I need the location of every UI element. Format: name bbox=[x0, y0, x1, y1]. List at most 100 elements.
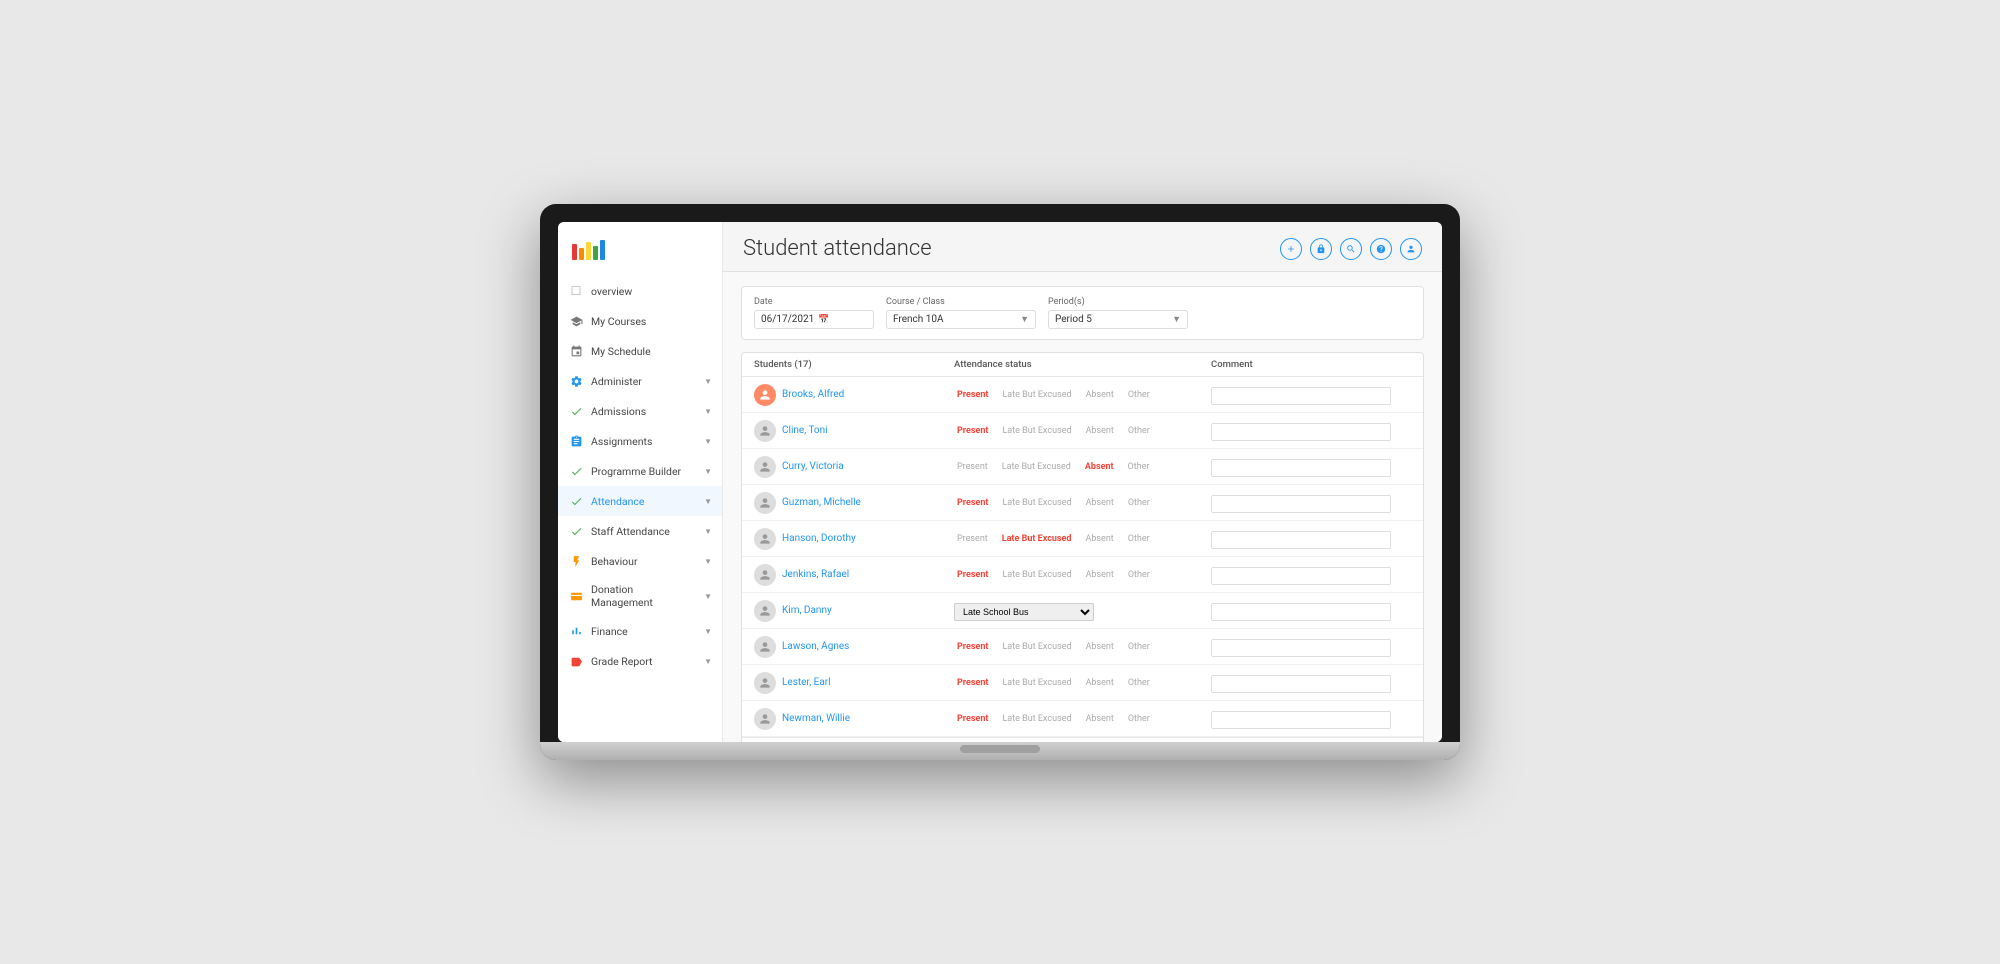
student-info: Hanson, Dorothy bbox=[754, 528, 954, 550]
sidebar-item-behaviour[interactable]: Behaviour ▼ bbox=[558, 546, 722, 576]
sidebar-item-my-courses[interactable]: My Courses bbox=[558, 306, 722, 336]
sidebar-item-attendance[interactable]: Attendance ▼ bbox=[558, 486, 722, 516]
student-info: Cline, Toni bbox=[754, 420, 954, 442]
att-absent[interactable]: Absent bbox=[1083, 425, 1117, 437]
att-absent[interactable]: Absent bbox=[1083, 389, 1117, 401]
sidebar-item-finance[interactable]: Finance ▼ bbox=[558, 616, 722, 646]
comment-input[interactable] bbox=[1211, 639, 1391, 657]
assignments-icon bbox=[568, 433, 584, 449]
att-other[interactable]: Other bbox=[1125, 497, 1153, 509]
student-info: Lester, Earl bbox=[754, 672, 954, 694]
att-present[interactable]: Present bbox=[954, 461, 991, 473]
sidebar-nav: ☐ overview My Courses My Schedule bbox=[558, 272, 722, 680]
att-late-excused[interactable]: Late But Excused bbox=[999, 533, 1075, 545]
att-present[interactable]: Present bbox=[954, 389, 991, 401]
student-name[interactable]: Lawson, Agnes bbox=[782, 641, 849, 652]
sidebar-item-my-schedule[interactable]: My Schedule bbox=[558, 336, 722, 366]
student-name[interactable]: Cline, Toni bbox=[782, 425, 828, 436]
comment-input[interactable] bbox=[1211, 531, 1391, 549]
header-icons bbox=[1280, 238, 1422, 260]
add-icon-button[interactable] bbox=[1280, 238, 1302, 260]
table-row: Newman, Willie Present Late But Excused … bbox=[742, 701, 1423, 737]
course-input[interactable]: French 10A ▼ bbox=[886, 310, 1036, 329]
comment-input[interactable] bbox=[1211, 603, 1391, 621]
date-input[interactable]: 06/17/2021 📅 bbox=[754, 310, 874, 329]
student-name[interactable]: Kim, Danny bbox=[782, 605, 832, 616]
attendance-options: Present Late But Excused Absent Other bbox=[954, 497, 1211, 509]
comment-input[interactable] bbox=[1211, 459, 1391, 477]
att-other[interactable]: Other bbox=[1125, 389, 1153, 401]
att-late-excused[interactable]: Late But Excused bbox=[999, 569, 1074, 581]
att-absent[interactable]: Absent bbox=[1083, 713, 1117, 725]
programme-builder-icon bbox=[568, 463, 584, 479]
att-absent[interactable]: Absent bbox=[1083, 641, 1117, 653]
att-other[interactable]: Other bbox=[1125, 641, 1153, 653]
sidebar-label-my-schedule: My Schedule bbox=[591, 345, 712, 358]
att-present[interactable]: Present bbox=[954, 569, 991, 581]
comment-input[interactable] bbox=[1211, 423, 1391, 441]
att-late-excused[interactable]: Late But Excused bbox=[999, 713, 1074, 725]
student-name[interactable]: Newman, Willie bbox=[782, 713, 850, 724]
overview-icon: ☐ bbox=[568, 283, 584, 299]
sidebar-item-staff-attendance[interactable]: Staff Attendance ▼ bbox=[558, 516, 722, 546]
filter-row: Date 06/17/2021 📅 Course / Class French … bbox=[741, 286, 1424, 340]
att-other[interactable]: Other bbox=[1125, 569, 1153, 581]
att-late-excused[interactable]: Late But Excused bbox=[999, 425, 1074, 437]
att-absent[interactable]: Absent bbox=[1082, 461, 1117, 473]
att-other[interactable]: Other bbox=[1125, 533, 1153, 545]
comment-input[interactable] bbox=[1211, 711, 1391, 729]
att-present[interactable]: Present bbox=[954, 713, 991, 725]
comment-input[interactable] bbox=[1211, 567, 1391, 585]
att-present[interactable]: Present bbox=[954, 641, 991, 653]
late-school-bus-dropdown[interactable]: Late School Bus bbox=[954, 603, 1094, 621]
sidebar-item-administer[interactable]: Administer ▼ bbox=[558, 366, 722, 396]
comment-input[interactable] bbox=[1211, 495, 1391, 513]
help-icon-button[interactable] bbox=[1370, 238, 1392, 260]
sidebar-item-overview[interactable]: ☐ overview bbox=[558, 276, 722, 306]
search-icon-button[interactable] bbox=[1340, 238, 1362, 260]
table-row: Cline, Toni Present Late But Excused Abs… bbox=[742, 413, 1423, 449]
student-name[interactable]: Hanson, Dorothy bbox=[782, 533, 856, 544]
logo-bar-1 bbox=[572, 244, 577, 260]
att-present[interactable]: Present bbox=[954, 425, 991, 437]
avatar bbox=[754, 384, 776, 406]
student-name[interactable]: Guzman, Michelle bbox=[782, 497, 861, 508]
period-input[interactable]: Period 5 ▼ bbox=[1048, 310, 1188, 329]
finance-arrow: ▼ bbox=[704, 627, 712, 636]
comment-input[interactable] bbox=[1211, 675, 1391, 693]
att-absent[interactable]: Absent bbox=[1083, 569, 1117, 581]
user-icon-button[interactable] bbox=[1400, 238, 1422, 260]
sidebar-label-attendance: Attendance bbox=[591, 495, 697, 508]
sidebar-label-behaviour: Behaviour bbox=[591, 555, 697, 568]
att-absent[interactable]: Absent bbox=[1083, 677, 1117, 689]
sidebar-item-programme-builder[interactable]: Programme Builder ▼ bbox=[558, 456, 722, 486]
sidebar-item-grade-report[interactable]: Grade Report ▼ bbox=[558, 646, 722, 676]
student-info: Kim, Danny bbox=[754, 600, 954, 622]
att-present[interactable]: Present bbox=[954, 677, 991, 689]
student-name[interactable]: Curry, Victoria bbox=[782, 461, 844, 472]
att-other[interactable]: Other bbox=[1125, 677, 1153, 689]
student-name[interactable]: Lester, Earl bbox=[782, 677, 831, 688]
comment-input[interactable] bbox=[1211, 387, 1391, 405]
att-other[interactable]: Other bbox=[1125, 713, 1153, 725]
att-absent[interactable]: Absent bbox=[1082, 533, 1116, 545]
sidebar-item-admissions[interactable]: Admissions ▼ bbox=[558, 396, 722, 426]
comment-cell bbox=[1211, 708, 1411, 729]
att-absent[interactable]: Absent bbox=[1083, 497, 1117, 509]
student-name[interactable]: Jenkins, Rafael bbox=[782, 569, 849, 580]
att-late-excused[interactable]: Late But Excused bbox=[999, 497, 1074, 509]
att-late-excused[interactable]: Late But Excused bbox=[999, 641, 1074, 653]
sidebar-item-assignments[interactable]: Assignments ▼ bbox=[558, 426, 722, 456]
sidebar-item-donation-management[interactable]: Donation Management ▼ bbox=[558, 576, 722, 616]
att-present[interactable]: Present bbox=[954, 533, 991, 545]
att-late-excused[interactable]: Late But Excused bbox=[999, 677, 1074, 689]
att-late-excused[interactable]: Late But Excused bbox=[999, 389, 1074, 401]
att-late-excused[interactable]: Late But Excused bbox=[999, 461, 1074, 473]
att-other[interactable]: Other bbox=[1125, 461, 1153, 473]
attendance-arrow: ▼ bbox=[704, 497, 712, 506]
administer-icon bbox=[568, 373, 584, 389]
student-name[interactable]: Brooks, Alfred bbox=[782, 389, 844, 400]
att-present[interactable]: Present bbox=[954, 497, 991, 509]
att-other[interactable]: Other bbox=[1125, 425, 1153, 437]
lock-icon-button[interactable] bbox=[1310, 238, 1332, 260]
